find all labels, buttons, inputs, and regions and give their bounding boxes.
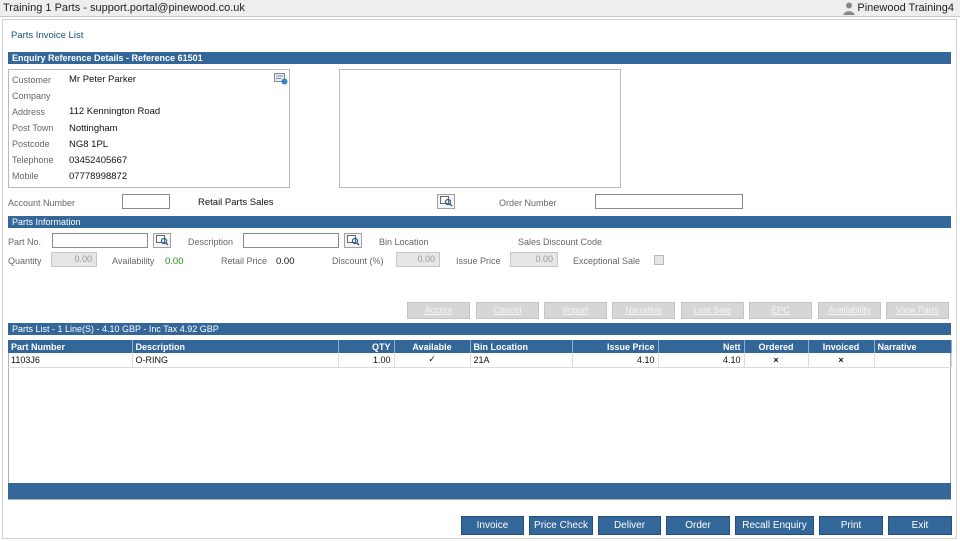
epc-button[interactable]: EPC [749, 302, 812, 319]
invoice-button-label: Invoice [476, 520, 509, 531]
retail-price-label: Retail Price [221, 256, 268, 266]
quantity-label: Quantity [8, 256, 42, 266]
recall-enquiry-button-label: Recall Enquiry [742, 520, 807, 531]
recall-enquiry-button[interactable]: Recall Enquiry [735, 516, 814, 535]
quantity-input[interactable]: 0.00 [51, 252, 97, 267]
lookup-icon [440, 196, 453, 207]
issue-price-label: Issue Price [456, 256, 501, 266]
availability-button[interactable]: Availability [818, 302, 881, 319]
available-check-icon: ✓ [394, 353, 471, 368]
window-titlebar: Training 1 Parts - support.portal@pinewo… [0, 0, 960, 17]
print-button-label: Print [840, 520, 862, 531]
part-no-input[interactable] [52, 233, 148, 248]
cell-bin-location: 21A [470, 353, 573, 368]
price-check-button[interactable]: Price Check [529, 516, 593, 535]
exceptional-sale-checkbox[interactable] [654, 255, 664, 265]
cell-issue-price: 4.10 [572, 353, 659, 368]
issue-price-input[interactable]: 0.00 [510, 252, 558, 267]
grid-footer-bar [8, 483, 951, 499]
availability-value: 0.00 [165, 256, 184, 267]
order-number-label: Order Number [499, 198, 557, 208]
discount-input[interactable]: 0.00 [396, 252, 440, 267]
description-lookup-button[interactable] [344, 233, 362, 248]
account-lookup-button[interactable] [437, 194, 455, 209]
col-issue-price[interactable]: Issue Price [572, 340, 659, 353]
table-header-row: Part Number Description QTY Available Bi… [8, 340, 952, 353]
sales-discount-code-label: Sales Discount Code [518, 237, 603, 247]
parts-info-header: Parts Information [8, 216, 951, 228]
lookup-icon [347, 235, 360, 246]
cancel-button[interactable]: Cancel [476, 302, 539, 319]
cell-narrative [874, 353, 952, 368]
col-description[interactable]: Description [132, 340, 339, 353]
col-qty[interactable]: QTY [338, 340, 395, 353]
retail-price-value: 0.00 [276, 256, 295, 267]
deliver-button[interactable]: Deliver [598, 516, 661, 535]
bin-location-label: Bin Location [379, 237, 429, 247]
customer-value: Mr Peter Parker [69, 74, 137, 85]
col-narrative[interactable]: Narrative [874, 340, 952, 353]
window-title: Training 1 Parts - support.portal@pinewo… [3, 2, 245, 14]
exit-button-label: Exit [911, 520, 929, 531]
ordered-cross-icon: × [744, 353, 809, 368]
col-invoiced[interactable]: Invoiced [808, 340, 875, 353]
account-number-label: Account Number [8, 198, 76, 208]
import-button[interactable]: Import [544, 302, 607, 319]
cell-qty: 1.00 [338, 353, 395, 368]
view-parts-button[interactable]: View Parts [886, 302, 949, 319]
notes-box[interactable] [339, 69, 621, 188]
lookup-icon [156, 235, 169, 246]
description-input[interactable] [243, 233, 339, 248]
company-label: Company [12, 91, 51, 101]
postcode-label: Postcode [12, 139, 50, 149]
deliver-button-label: Deliver [613, 520, 646, 531]
order-button-label: Order [685, 520, 711, 531]
mobile-label: Mobile [12, 171, 39, 181]
lost-sale-button[interactable]: Lost Sale [681, 302, 744, 319]
telephone-value: 03452405667 [69, 155, 128, 166]
col-bin-location[interactable]: Bin Location [470, 340, 573, 353]
post-town-value: Nottingham [69, 123, 118, 134]
telephone-label: Telephone [12, 155, 54, 165]
table-row[interactable]: 1103J6 O-RING 1.00 ✓ 21A 4.10 4.10 × × [8, 353, 952, 368]
address-value: 112 Kennington Road [69, 106, 161, 117]
page-title: Parts Invoice List [11, 30, 84, 41]
price-check-button-label: Price Check [534, 520, 588, 531]
part-no-label: Part No. [8, 237, 42, 247]
invoice-button[interactable]: Invoice [461, 516, 524, 535]
postcode-value: NG8 1PL [69, 139, 109, 150]
print-button[interactable]: Print [819, 516, 883, 535]
customer-label: Customer [12, 75, 52, 85]
address-label: Address [12, 107, 46, 117]
user-name[interactable]: Pinewood Training4 [857, 2, 954, 14]
discount-label: Discount (%) [332, 256, 384, 266]
parts-list-table: Part Number Description QTY Available Bi… [8, 340, 952, 368]
order-button[interactable]: Order [666, 516, 730, 535]
col-available[interactable]: Available [394, 340, 471, 353]
order-number-input[interactable] [595, 194, 743, 209]
account-number-input[interactable] [122, 194, 170, 209]
cell-part-number: 1103J6 [8, 353, 133, 368]
mobile-value: 07778998872 [69, 171, 128, 182]
parts-list-header: Parts List - 1 Line(S) - 4.10 GBP - Inc … [8, 323, 951, 335]
cell-description: O-RING [132, 353, 339, 368]
invoiced-cross-icon: × [808, 353, 875, 368]
edit-customer-icon[interactable] [274, 73, 288, 85]
post-town-label: Post Town [12, 123, 54, 133]
narrative-button[interactable]: Narrative [612, 302, 675, 319]
col-nett[interactable]: Nett [658, 340, 745, 353]
col-part-number[interactable]: Part Number [8, 340, 133, 353]
col-ordered[interactable]: Ordered [744, 340, 809, 353]
sales-type-value: Retail Parts Sales [198, 197, 274, 208]
description-label: Description [188, 237, 234, 247]
enquiry-header: Enquiry Reference Details - Reference 61… [8, 52, 951, 64]
part-no-lookup-button[interactable] [153, 233, 171, 248]
availability-label: Availability [112, 256, 155, 266]
accept-button[interactable]: Accept [407, 302, 470, 319]
person-icon [843, 2, 855, 15]
cell-nett: 4.10 [658, 353, 745, 368]
exit-button[interactable]: Exit [888, 516, 952, 535]
exceptional-sale-label: Exceptional Sale [573, 256, 641, 266]
